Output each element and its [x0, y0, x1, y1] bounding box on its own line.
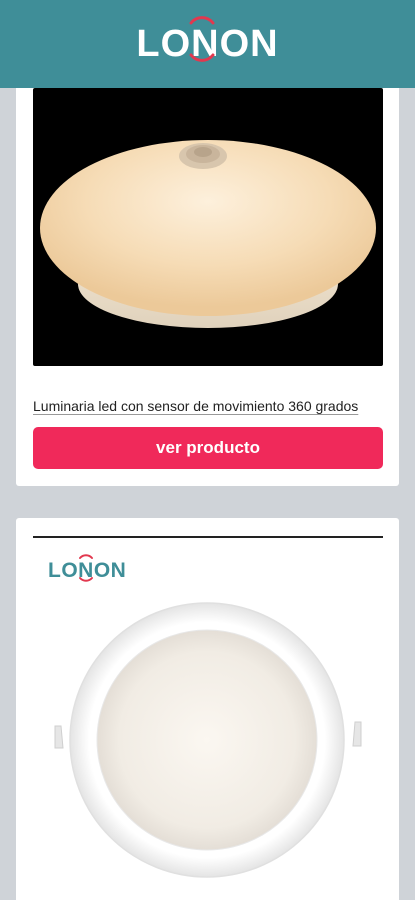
product-card: LONON	[16, 518, 399, 900]
brand-logo[interactable]: LONON	[136, 16, 278, 63]
led-panel-image	[54, 602, 362, 878]
view-product-button[interactable]: ver producto	[33, 427, 383, 469]
logo-arc-icon	[79, 554, 93, 582]
product-title[interactable]: Luminaria led con sensor de movimiento 3…	[33, 398, 383, 414]
ceiling-light-image	[40, 140, 376, 328]
product-image[interactable]	[33, 88, 383, 366]
product-card: Luminaria led con sensor de movimiento 3…	[16, 72, 399, 486]
product-image[interactable]: LONON	[33, 536, 383, 900]
app-header: LONON	[0, 0, 415, 88]
logo-arc-icon	[189, 16, 215, 62]
brand-watermark: LONON	[48, 554, 126, 582]
